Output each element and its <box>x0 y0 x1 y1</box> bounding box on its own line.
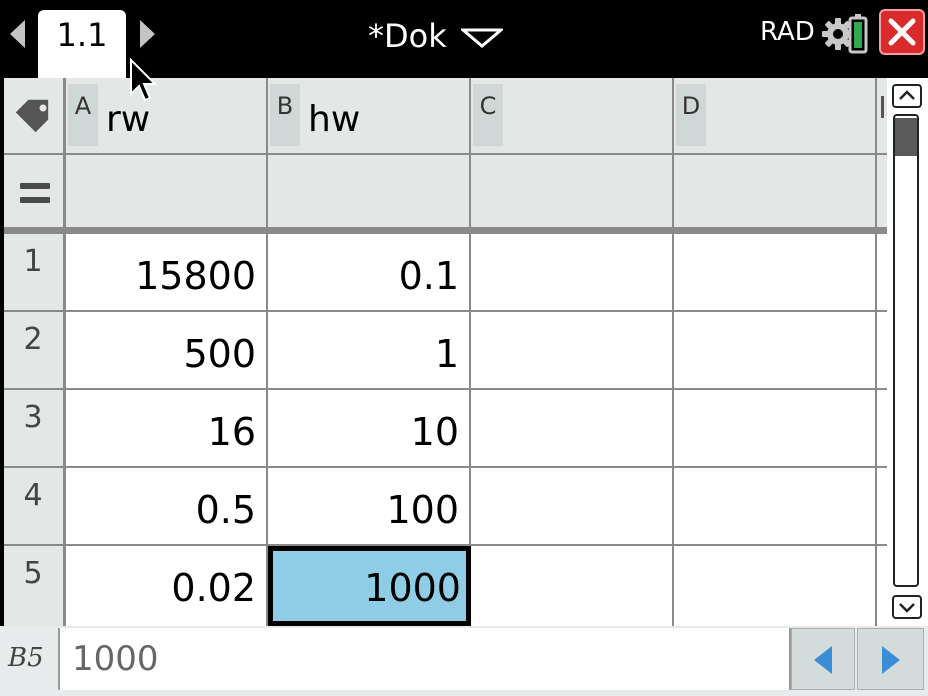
nav-left-button[interactable] <box>791 628 855 690</box>
tag-icon <box>15 99 49 132</box>
spreadsheet-grid[interactable]: A rw B hw C D 1 15800 0.1 2 500 1 3 16 1… <box>4 78 887 626</box>
close-button[interactable] <box>879 9 925 55</box>
cell-value: 0.02 <box>171 566 256 610</box>
row-number-cell[interactable]: 4 <box>4 468 66 544</box>
cell-b2[interactable]: 1 <box>268 312 471 388</box>
cell-value: 15800 <box>135 254 256 298</box>
column-letter-partial <box>881 96 884 118</box>
scroll-down-icon <box>899 603 915 613</box>
cell-value: 0.5 <box>195 488 256 532</box>
cell-d4[interactable] <box>674 468 877 544</box>
cell-reference: B5 <box>8 643 44 673</box>
cell-b4[interactable]: 100 <box>268 468 471 544</box>
formula-cell-c[interactable] <box>471 155 674 227</box>
table-row: 3 16 10 <box>4 390 887 468</box>
formula-cell-a[interactable] <box>66 155 268 227</box>
cell-b1[interactable]: 0.1 <box>268 234 471 310</box>
nav-right-icon <box>882 646 900 674</box>
formula-cell-e[interactable] <box>877 155 887 227</box>
formula-row <box>4 155 887 234</box>
table-row: 2 500 1 <box>4 312 887 390</box>
cell-e4[interactable] <box>877 468 887 544</box>
cell-a2[interactable]: 500 <box>66 312 268 388</box>
cell-e1[interactable] <box>877 234 887 310</box>
cell-a1[interactable]: 15800 <box>66 234 268 310</box>
close-icon <box>888 18 916 46</box>
column-header-d[interactable]: D <box>674 78 877 153</box>
formula-cell-b[interactable] <box>268 155 471 227</box>
tab-next-icon[interactable] <box>140 20 155 48</box>
scroll-up-icon <box>899 90 915 100</box>
cell-value: 10 <box>410 410 459 454</box>
row-number: 4 <box>23 478 43 513</box>
table-row: 1 15800 0.1 <box>4 234 887 312</box>
formula-equals-icon <box>20 183 50 211</box>
row-number-cell[interactable]: 5 <box>4 546 66 626</box>
nav-right-button[interactable] <box>857 628 924 690</box>
cell-d2[interactable] <box>674 312 877 388</box>
cell-a3[interactable]: 16 <box>66 390 268 466</box>
cell-c2[interactable] <box>471 312 674 388</box>
row-number-cell[interactable]: 1 <box>4 234 66 310</box>
cell-e5[interactable] <box>877 546 887 626</box>
cell-d3[interactable] <box>674 390 877 466</box>
column-header-c[interactable]: C <box>471 78 674 153</box>
column-letter: D <box>676 84 706 146</box>
cell-value: 1000 <box>364 566 461 610</box>
document-title: *Dok <box>368 17 447 55</box>
formula-cell-d[interactable] <box>674 155 877 227</box>
row-number: 2 <box>23 322 43 357</box>
column-letter: B <box>270 84 300 146</box>
scroll-thumb[interactable] <box>895 118 917 156</box>
table-row: 4 0.5 100 <box>4 468 887 546</box>
column-name[interactable]: hw <box>308 90 360 150</box>
cell-e3[interactable] <box>877 390 887 466</box>
cell-a5[interactable]: 0.02 <box>66 546 268 626</box>
column-letter: A <box>68 84 98 146</box>
document-menu[interactable]: *Dok <box>368 14 503 58</box>
tag-cell[interactable] <box>4 78 66 153</box>
entry-input[interactable]: 1000 <box>58 628 791 690</box>
table-row: 5 0.02 1000 <box>4 546 887 626</box>
cell-c4[interactable] <box>471 468 674 544</box>
row-number-cell[interactable]: 3 <box>4 390 66 466</box>
cell-value: 100 <box>386 488 459 532</box>
cell-d1[interactable] <box>674 234 877 310</box>
mouse-pointer-icon <box>130 58 158 102</box>
cell-value: 1 <box>434 332 459 376</box>
column-header-a[interactable]: A rw <box>66 78 268 153</box>
row-number: 3 <box>23 400 43 435</box>
tab-prev-icon[interactable] <box>10 20 25 48</box>
cell-e2[interactable] <box>877 312 887 388</box>
cell-a4[interactable]: 0.5 <box>66 468 268 544</box>
cell-b3[interactable]: 10 <box>268 390 471 466</box>
row-number: 5 <box>23 556 43 591</box>
vertical-scrollbar[interactable] <box>887 78 928 626</box>
cell-c3[interactable] <box>471 390 674 466</box>
scroll-rail[interactable] <box>893 114 919 587</box>
column-letter: C <box>473 84 503 146</box>
row-number-cell[interactable]: 2 <box>4 312 66 388</box>
entry-line: B5 1000 <box>0 626 928 696</box>
scroll-down-button[interactable] <box>892 595 922 619</box>
nav-left-icon <box>814 646 832 674</box>
cell-b5-selected[interactable]: 1000 <box>268 546 471 626</box>
row-number: 1 <box>23 244 43 279</box>
cell-value: 500 <box>183 332 256 376</box>
cell-d5[interactable] <box>674 546 877 626</box>
column-header-b[interactable]: B hw <box>268 78 471 153</box>
formula-row-label <box>4 155 66 227</box>
dropdown-caret-icon <box>460 28 503 48</box>
cell-value: 0.1 <box>398 254 459 298</box>
cell-value: 16 <box>207 410 256 454</box>
cell-c5[interactable] <box>471 546 674 626</box>
angle-mode-indicator: RAD <box>760 17 815 47</box>
cell-c1[interactable] <box>471 234 674 310</box>
column-header-e-partial[interactable] <box>877 78 887 153</box>
settings-gear-icon[interactable] <box>822 12 872 56</box>
battery-icon <box>848 14 868 54</box>
scroll-up-button[interactable] <box>892 84 922 108</box>
tab-page[interactable]: 1.1 <box>38 10 126 78</box>
